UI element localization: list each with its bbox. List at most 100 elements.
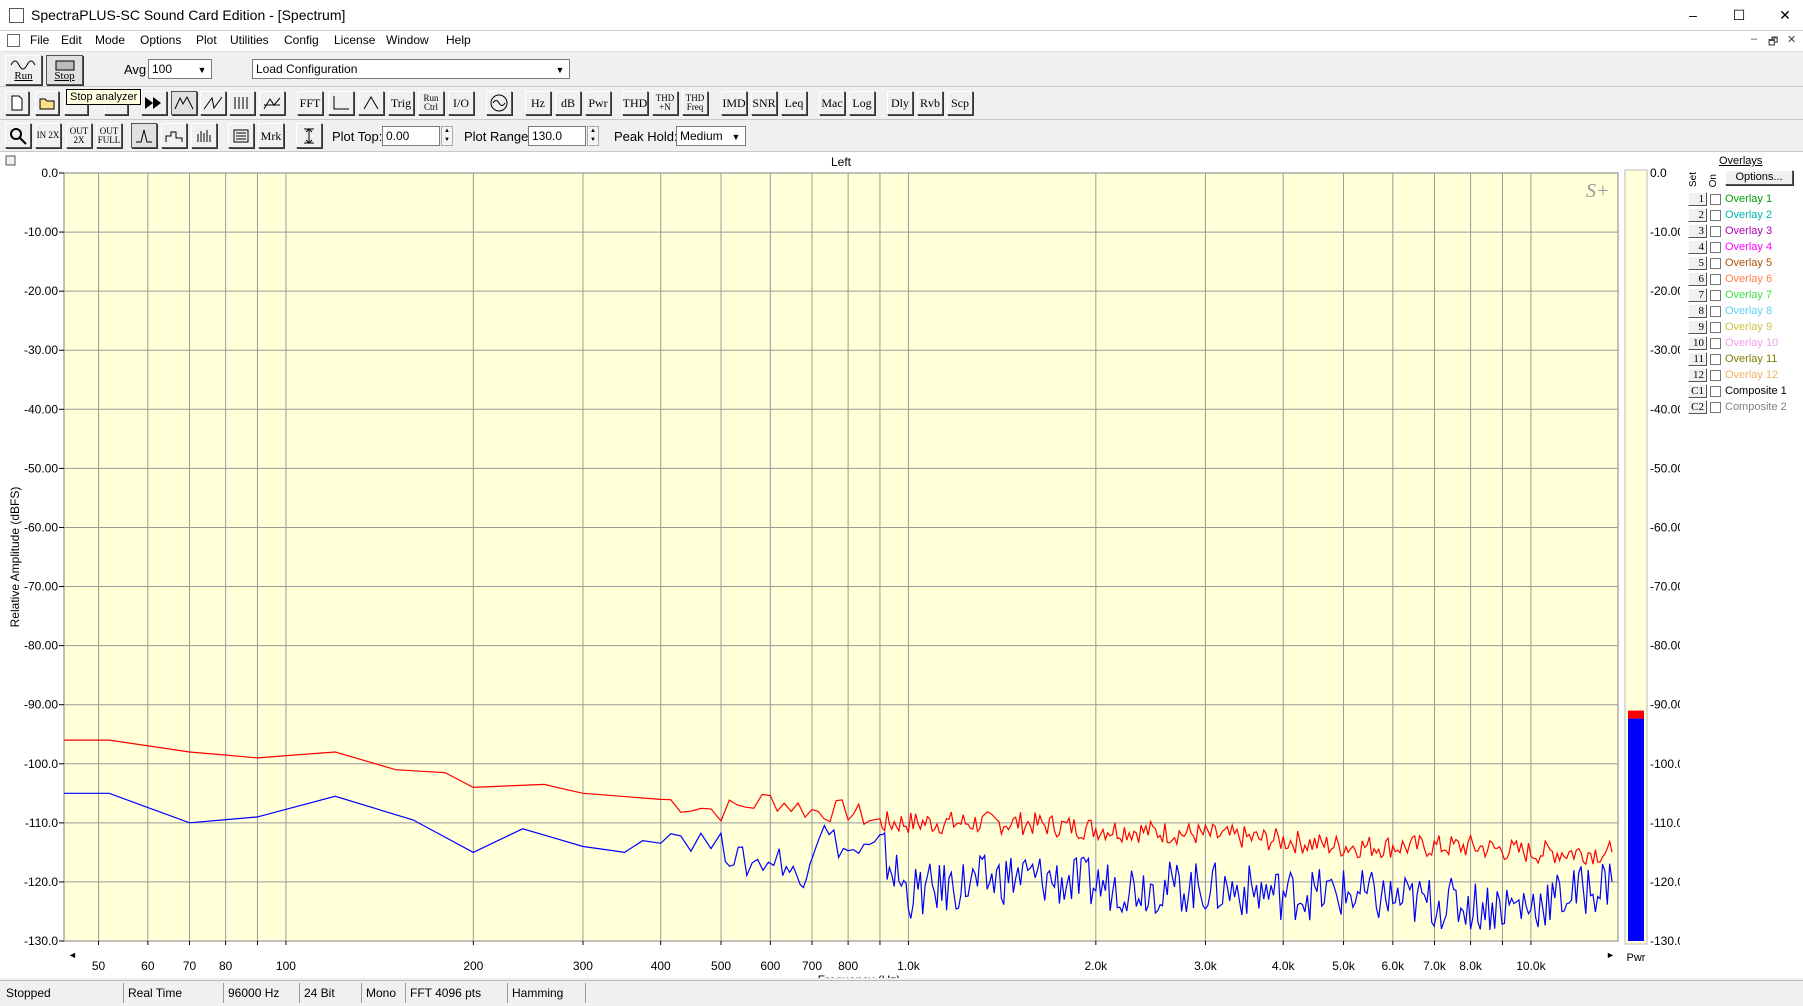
- thd-freq-button[interactable]: THD Freq: [682, 91, 708, 115]
- overlay-checkbox[interactable]: [1710, 210, 1721, 221]
- overlay-checkbox[interactable]: [1710, 274, 1721, 285]
- chevron-down-icon[interactable]: ▼: [194, 61, 210, 79]
- hz-button[interactable]: Hz: [525, 91, 551, 115]
- plot-range-spinner[interactable]: ▲ ▼: [587, 126, 599, 146]
- overlay-set-button[interactable]: C1: [1688, 384, 1707, 398]
- overlay-set-button[interactable]: 11: [1688, 352, 1707, 366]
- overlay-set-button[interactable]: 3: [1688, 224, 1707, 238]
- zoom-in-2x-button[interactable]: IN 2X: [35, 123, 61, 148]
- spectrum-view-icon[interactable]: [171, 91, 197, 115]
- overlay-set-button[interactable]: 1: [1688, 192, 1707, 206]
- plot-top-spinner[interactable]: ▲ ▼: [441, 126, 453, 146]
- configuration-select[interactable]: Load Configuration ▼: [252, 59, 570, 79]
- mdi-close-button[interactable]: ✕: [1787, 33, 1796, 46]
- peak-hold-select[interactable]: Medium ▼: [676, 126, 746, 146]
- overlay-set-button[interactable]: 7: [1688, 288, 1707, 302]
- db-button[interactable]: dB: [555, 91, 581, 115]
- app-icon[interactable]: [9, 8, 24, 23]
- menu-window[interactable]: Window: [386, 33, 429, 47]
- menu-file[interactable]: File: [30, 33, 49, 47]
- overlay-set-button[interactable]: 9: [1688, 320, 1707, 334]
- close-button[interactable]: ✕: [1762, 0, 1803, 31]
- log-button[interactable]: Log: [849, 91, 875, 115]
- axis-icon[interactable]: [328, 91, 354, 115]
- dly-button[interactable]: Dly: [887, 91, 913, 115]
- menu-edit[interactable]: Edit: [61, 33, 82, 47]
- leq-button[interactable]: Leq: [781, 91, 807, 115]
- menu-license[interactable]: License: [334, 33, 375, 47]
- overlay-checkbox[interactable]: [1710, 226, 1721, 237]
- rvb-button[interactable]: Rvb: [917, 91, 943, 115]
- fast-forward-icon[interactable]: [141, 91, 167, 115]
- scale-icon[interactable]: [296, 123, 322, 148]
- overlay-checkbox[interactable]: [1710, 290, 1721, 301]
- fft-button[interactable]: FFT: [297, 91, 323, 115]
- marker-button[interactable]: Mrk: [258, 123, 284, 148]
- overlay-checkbox[interactable]: [1710, 194, 1721, 205]
- overlay-set-button[interactable]: C2: [1688, 400, 1707, 414]
- octave-view-icon[interactable]: [161, 123, 187, 148]
- plot-top-input[interactable]: 0.00: [382, 126, 440, 146]
- plot-area: [63, 172, 1619, 942]
- overlay-checkbox[interactable]: [1710, 402, 1721, 413]
- stop-button[interactable]: Stop: [46, 55, 83, 85]
- avg-select[interactable]: 100 ▼: [148, 59, 212, 79]
- overlay-checkbox[interactable]: [1710, 258, 1721, 269]
- mdi-minimize-button[interactable]: –: [1751, 33, 1757, 45]
- run-button[interactable]: Run: [5, 55, 42, 85]
- maximize-button[interactable]: ☐: [1716, 0, 1762, 31]
- doc-icon[interactable]: [7, 34, 20, 47]
- zoom-icon[interactable]: [5, 123, 31, 148]
- pwr-button[interactable]: Pwr: [585, 91, 611, 115]
- overlay-set-button[interactable]: 4: [1688, 240, 1707, 254]
- overlay-set-button[interactable]: 6: [1688, 272, 1707, 286]
- overlay-set-button[interactable]: 8: [1688, 304, 1707, 318]
- overlay-set-button[interactable]: 5: [1688, 256, 1707, 270]
- overlay-set-button[interactable]: 10: [1688, 336, 1707, 350]
- spectrum-chart[interactable]: Left 0.0 -10.00 -20.00 -30.00 -40.00 -50.00 -60…: [0, 152, 1680, 978]
- overlay-checkbox[interactable]: [1710, 306, 1721, 317]
- scp-button[interactable]: Scp: [947, 91, 973, 115]
- zoom-out-2x-button[interactable]: OUT 2X: [66, 123, 92, 148]
- time-view-icon[interactable]: [200, 91, 226, 115]
- peak-view-icon[interactable]: [131, 123, 157, 148]
- menu-options[interactable]: Options: [140, 33, 181, 47]
- overlay-checkbox[interactable]: [1710, 386, 1721, 397]
- io-button[interactable]: I/O: [448, 91, 474, 115]
- trig-button[interactable]: Trig: [388, 91, 414, 115]
- mac-button[interactable]: Mac: [819, 91, 845, 115]
- menu-config[interactable]: Config: [284, 33, 319, 47]
- overlay-options-button[interactable]: Options...: [1725, 170, 1793, 185]
- overlay-checkbox[interactable]: [1710, 354, 1721, 365]
- signal-generator-icon[interactable]: [486, 91, 512, 115]
- 3d-surface-icon[interactable]: [259, 91, 285, 115]
- mdi-restore-button[interactable]: 🗗: [1768, 33, 1778, 52]
- y-tick-label: -60.00: [24, 520, 58, 534]
- plot-range-input[interactable]: 130.0: [528, 126, 586, 146]
- overlay-checkbox[interactable]: [1710, 370, 1721, 381]
- menu-mode[interactable]: Mode: [95, 33, 125, 47]
- bar-view-icon[interactable]: [191, 123, 217, 148]
- minimize-button[interactable]: –: [1670, 0, 1716, 31]
- open-folder-icon[interactable]: [35, 91, 59, 115]
- chevron-down-icon[interactable]: ▼: [728, 128, 744, 146]
- overlay-checkbox[interactable]: [1710, 242, 1721, 253]
- overlay-checkbox[interactable]: [1710, 322, 1721, 333]
- overlay-checkbox[interactable]: [1710, 338, 1721, 349]
- chevron-down-icon[interactable]: ▼: [552, 61, 568, 79]
- list-icon[interactable]: [228, 123, 254, 148]
- menu-utilities[interactable]: Utilities: [230, 33, 269, 47]
- overlay-set-button[interactable]: 12: [1688, 368, 1707, 382]
- run-ctrl-button[interactable]: Run Ctrl: [418, 91, 444, 115]
- snr-button[interactable]: SNR: [751, 91, 777, 115]
- spectrogram-icon[interactable]: [229, 91, 255, 115]
- scope-icon[interactable]: [358, 91, 384, 115]
- thdn-button[interactable]: THD +N: [652, 91, 678, 115]
- zoom-out-full-button[interactable]: OUT FULL: [96, 123, 122, 148]
- overlay-set-button[interactable]: 2: [1688, 208, 1707, 222]
- imd-button[interactable]: IMD: [721, 91, 747, 115]
- menu-plot[interactable]: Plot: [196, 33, 217, 47]
- thd-button[interactable]: THD: [622, 91, 648, 115]
- menu-help[interactable]: Help: [446, 33, 471, 47]
- new-file-icon[interactable]: [5, 91, 29, 115]
